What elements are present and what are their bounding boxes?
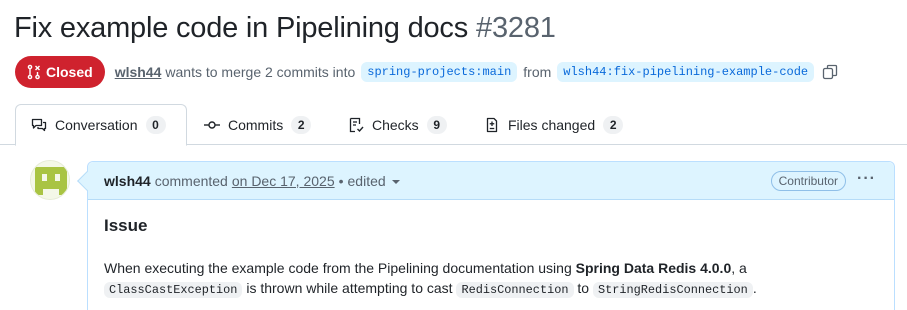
text-segment: When executing the example code from the…	[104, 260, 576, 276]
tab-counter: 0	[145, 116, 166, 134]
tab-label: Commits	[228, 116, 284, 133]
checklist-icon	[348, 117, 364, 133]
pr-meta: Closed wlsh44 wants to merge 2 commits i…	[15, 56, 838, 88]
separator: •	[338, 172, 344, 189]
head-branch[interactable]: wlsh44:fix-pipelining-example-code	[557, 62, 815, 82]
state-label: Closed	[46, 64, 93, 80]
tab-label: Checks	[372, 116, 419, 133]
text-segment: is thrown while attempting to cast	[242, 280, 457, 296]
merge-text: wants to merge 2 commits into	[165, 64, 356, 80]
identicon-icon	[31, 161, 69, 199]
tab-files-changed[interactable]: Files changed 2	[484, 104, 624, 145]
pr-closed-icon	[27, 64, 40, 80]
tab-counter: 9	[426, 115, 447, 134]
file-diff-icon	[484, 117, 500, 133]
pr-title: Fix example code in Pipelining docs #3281	[14, 10, 556, 46]
copy-icon[interactable]	[822, 64, 838, 80]
chevron-down-icon	[391, 179, 400, 184]
tab-counter: 2	[603, 115, 624, 134]
git-commit-icon	[204, 117, 220, 133]
base-branch[interactable]: spring-projects:main	[361, 62, 518, 82]
edited-dropdown[interactable]: edited	[348, 173, 400, 189]
comment-body: Issue When executing the example code fr…	[88, 200, 894, 310]
text-segment: .	[752, 280, 757, 296]
comment-author-link[interactable]: wlsh44	[104, 173, 151, 189]
text-segment: , a	[731, 260, 747, 276]
tab-label: Files changed	[508, 116, 596, 133]
from-text: from	[523, 64, 552, 80]
avatar[interactable]	[30, 160, 70, 200]
pr-author-link[interactable]: wlsh44	[115, 64, 162, 80]
pr-tabs: Conversation 0 Commits 2 Checks 9 Files …	[0, 104, 907, 146]
tab-checks[interactable]: Checks 9	[348, 104, 447, 145]
inline-code: StringRedisConnection	[592, 282, 753, 298]
tab-label: Conversation	[55, 117, 138, 133]
comment-box: wlsh44 commented on Dec 17, 2025 • edite…	[77, 161, 895, 310]
strong-text: Spring Data Redis 4.0.0	[575, 260, 732, 276]
tab-conversation[interactable]: Conversation 0	[15, 104, 187, 146]
comment-heading: Issue	[104, 216, 148, 235]
comment-header: wlsh44 commented on Dec 17, 2025 • edite…	[88, 162, 894, 200]
pr-number: #3281	[476, 12, 556, 44]
inline-code: ClassCastException	[104, 282, 243, 298]
kebab-menu-icon[interactable]: ···	[857, 170, 876, 188]
comment-discussion-icon	[31, 117, 47, 133]
tab-commits[interactable]: Commits 2	[204, 104, 312, 145]
comment-action: commented	[154, 172, 228, 189]
state-badge: Closed	[15, 56, 105, 88]
edited-label: edited	[347, 172, 386, 189]
comment-date-link[interactable]: on Dec 17, 2025	[232, 173, 335, 189]
text-segment: to	[573, 280, 593, 296]
tab-counter: 2	[291, 115, 312, 134]
comment-paragraph: When executing the example code from the…	[104, 258, 878, 300]
inline-code: RedisConnection	[456, 282, 574, 298]
pr-title-text: Fix example code in Pipelining docs	[14, 12, 469, 44]
contributor-badge: Contributor	[770, 171, 846, 191]
